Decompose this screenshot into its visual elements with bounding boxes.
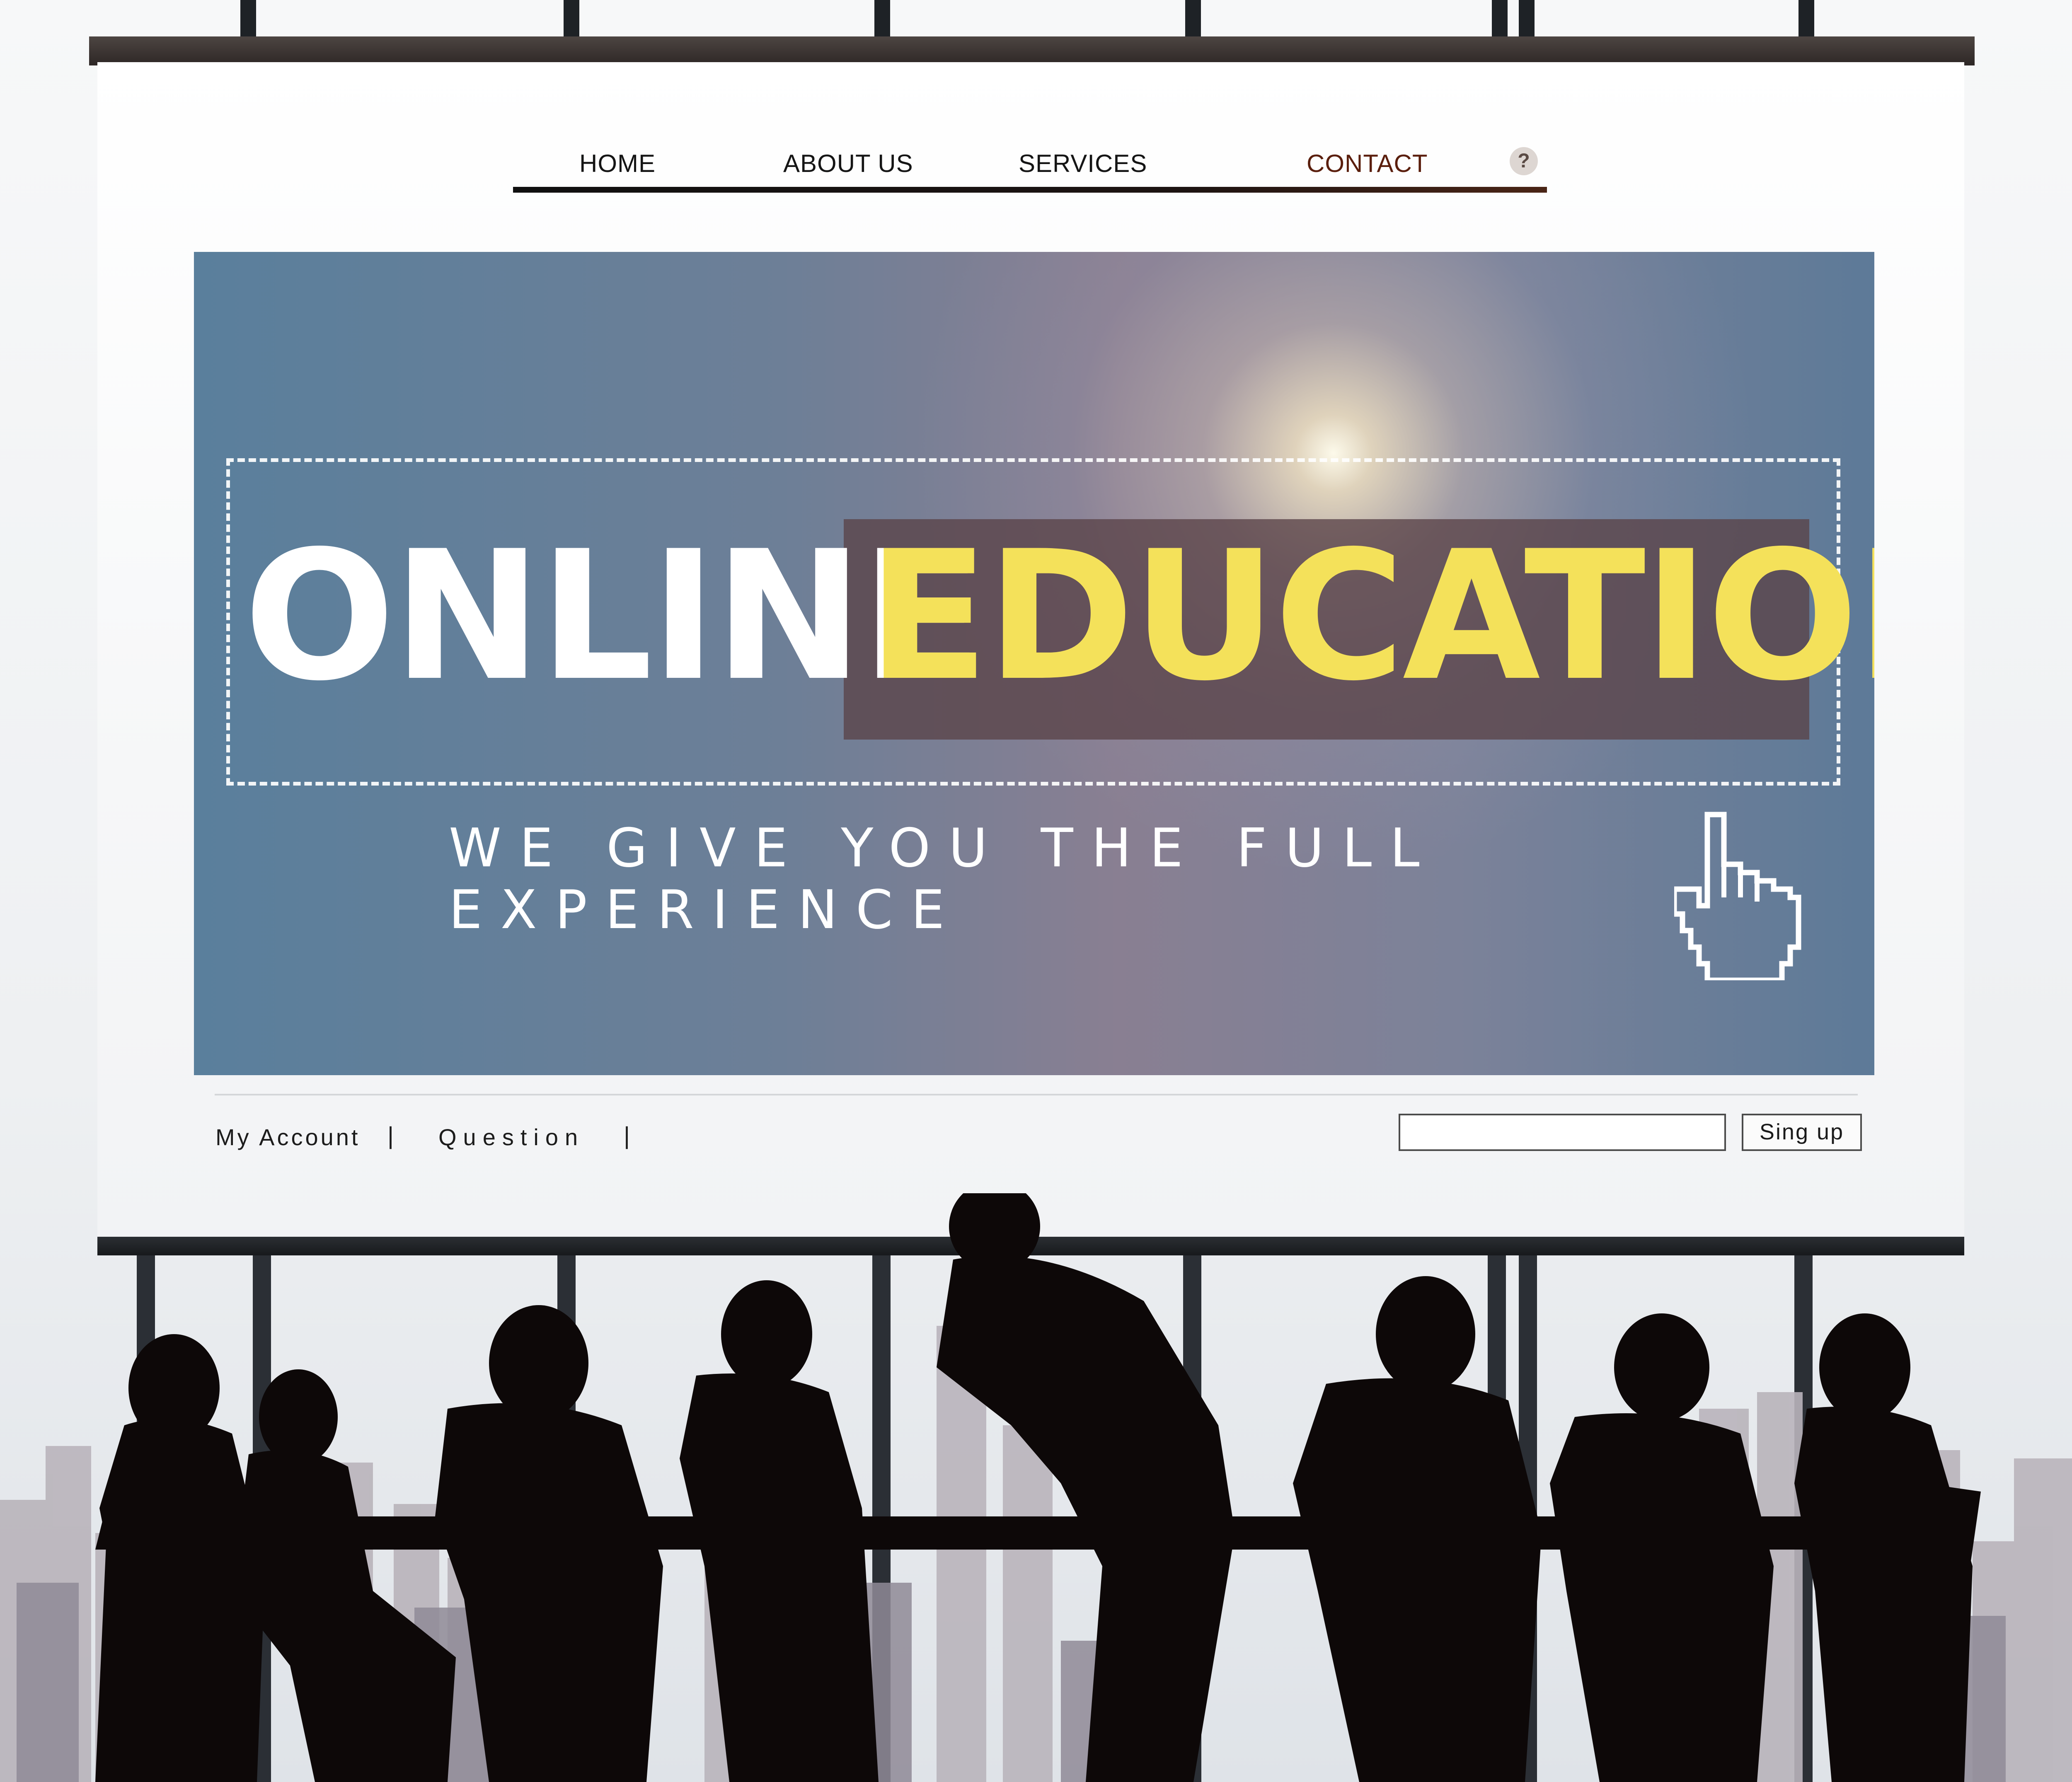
nav-home[interactable]: HOME xyxy=(579,149,656,178)
nav-services[interactable]: SERVICES xyxy=(1019,149,1147,178)
meeting-silhouettes xyxy=(95,1193,1981,1782)
nav-underline xyxy=(513,187,1547,193)
main-navigation: HOME ABOUT US SERVICES CONTACT ? xyxy=(513,141,1547,193)
footer-divider xyxy=(215,1094,1858,1095)
signup-email-input[interactable] xyxy=(1399,1114,1726,1151)
footer-separator: | xyxy=(624,1122,630,1149)
question-mark-icon[interactable]: ? xyxy=(1510,147,1538,175)
hero-title-education: EDUCATION xyxy=(867,513,1874,720)
signup-button[interactable]: Sing up xyxy=(1742,1114,1862,1151)
screen-top-bar xyxy=(89,36,1975,65)
hero-banner: ONLINE EDUCATION WE GIVE YOU THE FULL EX… xyxy=(194,252,1874,1075)
office-scene: HOME ABOUT US SERVICES CONTACT ? ONLINE … xyxy=(0,0,2072,1782)
nav-contact[interactable]: CONTACT xyxy=(1307,149,1428,178)
pointing-hand-cursor-icon xyxy=(1674,812,1801,980)
footer-separator: | xyxy=(387,1122,394,1149)
my-account-link[interactable]: My Account xyxy=(215,1124,360,1151)
nav-about-us[interactable]: ABOUT US xyxy=(783,149,913,178)
hero-tagline: WE GIVE YOU THE FULL EXPERIENCE xyxy=(449,817,1438,941)
question-link[interactable]: Question xyxy=(438,1124,584,1151)
